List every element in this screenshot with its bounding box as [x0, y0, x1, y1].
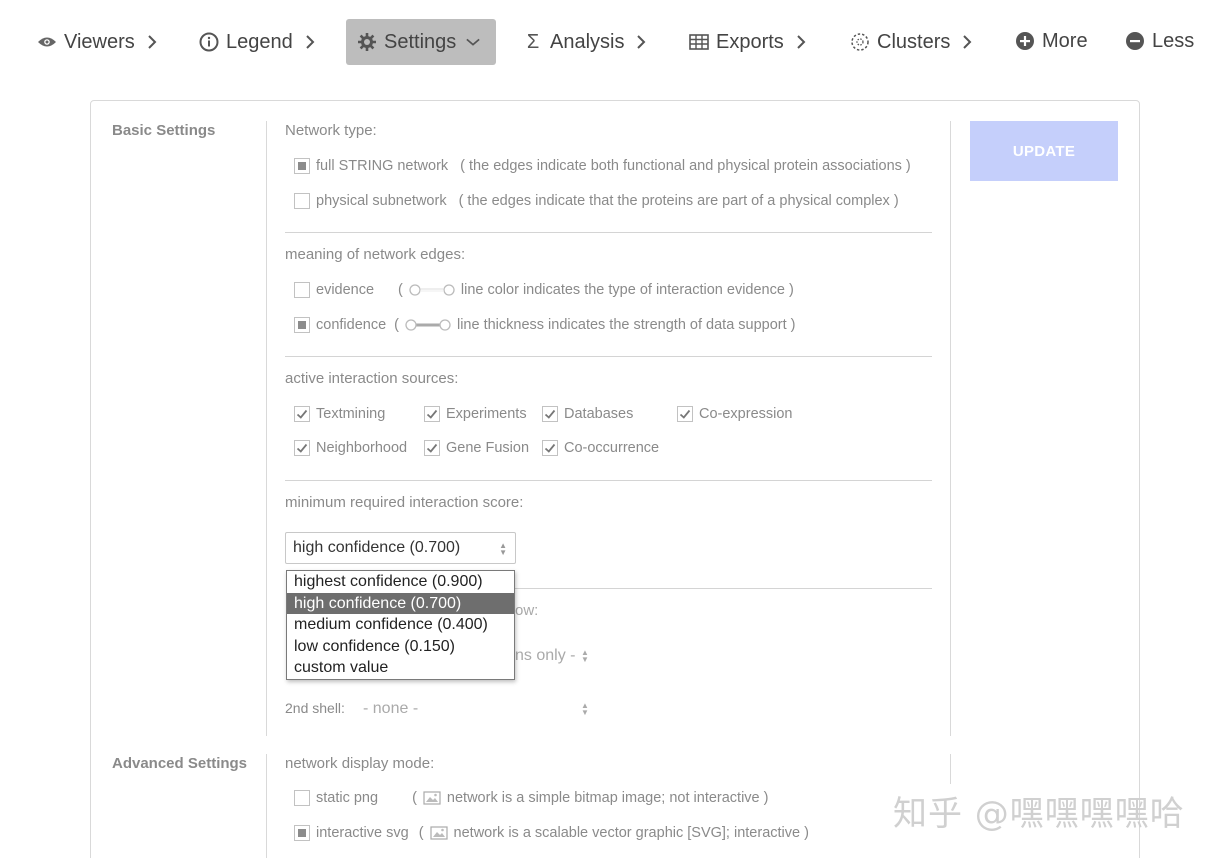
checkbox[interactable]: [542, 406, 558, 422]
select-arrows-icon: ▲ ▼: [499, 541, 507, 557]
radio-checkbox[interactable]: [294, 193, 310, 209]
nav-less[interactable]: Less: [1124, 18, 1194, 64]
update-button[interactable]: UPDATE: [970, 121, 1118, 181]
radio-checkbox[interactable]: [294, 282, 310, 298]
nav-settings[interactable]: Settings: [346, 19, 496, 65]
max-interactors-label-partial: ow:: [515, 602, 539, 619]
source-cooccurrence[interactable]: Co-occurrence: [542, 440, 659, 456]
chevron-down-icon: [466, 35, 480, 49]
source-textmining[interactable]: Textmining: [294, 406, 385, 422]
divider: [285, 480, 932, 481]
plus-circle-icon: [1014, 30, 1036, 52]
chevron-right-icon: [147, 35, 161, 49]
divider: [515, 588, 932, 589]
divider: [950, 754, 951, 784]
source-neighborhood[interactable]: Neighborhood: [294, 440, 407, 456]
radio-checkbox[interactable]: [294, 317, 310, 333]
radio-checkbox[interactable]: [294, 790, 310, 806]
info-icon: [198, 31, 220, 53]
sources-label: active interaction sources:: [285, 370, 459, 387]
gear-icon: [356, 31, 378, 53]
radio-checkbox[interactable]: [294, 158, 310, 174]
settings-panel: [90, 100, 1140, 858]
divider: [266, 121, 267, 736]
sigma-icon: Σ: [526, 30, 540, 53]
chevron-right-icon: [305, 35, 319, 49]
chevron-right-icon: [636, 35, 650, 49]
dropdown-option[interactable]: highest confidence (0.900): [287, 571, 514, 593]
divider: [285, 356, 932, 357]
advanced-settings-title: Advanced Settings: [112, 755, 248, 772]
score-select[interactable]: high confidence (0.700) ▲ ▼: [285, 532, 516, 564]
chevron-right-icon: [796, 35, 810, 49]
interactive-svg-option[interactable]: interactive svg ( network is a scalable …: [294, 825, 809, 841]
source-coexpression[interactable]: Co-expression: [677, 406, 793, 422]
checkbox[interactable]: [424, 406, 440, 422]
display-mode-label: network display mode:: [285, 755, 435, 772]
static-png-option[interactable]: static png ( network is a simple bitmap …: [294, 790, 768, 806]
nav-more[interactable]: More: [1014, 18, 1088, 64]
evidence-edge-icon: [409, 284, 455, 296]
source-experiments[interactable]: Experiments: [424, 406, 527, 422]
physical-network-option[interactable]: physical subnetwork ( the edges indicate…: [294, 193, 899, 209]
select-arrows-icon: ▲ ▼: [581, 648, 589, 664]
nav-legend[interactable]: Legend: [198, 19, 319, 65]
dropdown-option[interactable]: custom value: [287, 657, 514, 679]
nav-viewers[interactable]: Viewers: [36, 19, 161, 65]
network-type-label: Network type:: [285, 122, 377, 139]
full-network-option[interactable]: full STRING network ( the edges indicate…: [294, 158, 911, 174]
dropdown-option[interactable]: medium confidence (0.400): [287, 614, 514, 636]
dropdown-option[interactable]: low confidence (0.150): [287, 636, 514, 658]
divider: [285, 232, 932, 233]
nav-analysis[interactable]: Σ Analysis: [522, 19, 650, 65]
clusters-icon: [849, 31, 871, 53]
confidence-option[interactable]: confidence ( line thickness indicates th…: [294, 317, 796, 333]
second-shell-label: 2nd shell:: [285, 700, 345, 716]
minus-circle-icon: [1124, 30, 1146, 52]
evidence-option[interactable]: evidence ( line color indicates the type…: [294, 282, 794, 298]
checkbox[interactable]: [677, 406, 693, 422]
dropdown-option-selected[interactable]: high confidence (0.700): [287, 592, 514, 615]
table-icon: [688, 31, 710, 53]
eye-icon: [36, 31, 58, 53]
edges-meaning-label: meaning of network edges:: [285, 246, 466, 263]
source-databases[interactable]: Databases: [542, 406, 633, 422]
image-icon: [423, 791, 441, 805]
second-shell-select[interactable]: - none -: [363, 700, 418, 718]
divider: [950, 121, 951, 736]
divider: [266, 754, 267, 858]
nav-clusters[interactable]: Clusters: [849, 19, 976, 65]
first-shell-select-partial[interactable]: ns only -: [515, 647, 575, 665]
watermark: 知乎 @嘿嘿嘿嘿哈: [893, 794, 1185, 834]
checkbox[interactable]: [294, 440, 310, 456]
confidence-edge-icon: [405, 319, 451, 331]
select-arrows-icon: ▲ ▼: [581, 701, 589, 717]
score-label: minimum required interaction score:: [285, 494, 524, 511]
basic-settings-title: Basic Settings: [112, 122, 216, 139]
source-gene-fusion[interactable]: Gene Fusion: [424, 440, 529, 456]
image-icon: [429, 826, 448, 840]
top-navigation: Viewers Legend Settings Σ Analysis Expor…: [0, 0, 1221, 86]
checkbox[interactable]: [294, 406, 310, 422]
checkbox[interactable]: [542, 440, 558, 456]
checkbox[interactable]: [424, 440, 440, 456]
chevron-right-icon: [962, 35, 976, 49]
nav-exports[interactable]: Exports: [688, 19, 810, 65]
score-dropdown[interactable]: highest confidence (0.900) high confiden…: [286, 570, 515, 680]
radio-checkbox[interactable]: [294, 825, 310, 841]
